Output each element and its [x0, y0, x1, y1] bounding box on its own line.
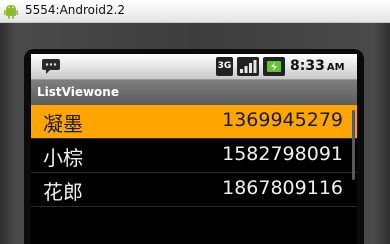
notification-icon[interactable] — [40, 57, 62, 76]
list-scrollbar[interactable] — [352, 110, 355, 180]
status-bar: 3G 8:33 AM — [31, 54, 357, 79]
clock-ampm: AM — [326, 62, 345, 73]
contact-phone: 1582798091 — [222, 143, 343, 165]
clock-time: 8:33 — [290, 58, 325, 74]
contact-phone: 1867809116 — [222, 177, 343, 199]
device-screen: 3G 8:33 AM ListViewone 凝墨 1369945279 小棕 1… — [31, 54, 357, 244]
contact-phone: 1369945279 — [222, 109, 343, 131]
window-titlebar: 5554:Android2.2 — [0, 0, 390, 23]
contact-list[interactable]: 凝墨 1369945279 小棕 1582798091 花郎 186780911… — [31, 105, 357, 207]
status-clock: 8:33 AM — [290, 58, 345, 74]
app-title: ListViewone — [37, 85, 119, 99]
signal-icon — [237, 57, 259, 76]
battery-icon — [263, 57, 285, 76]
list-item[interactable]: 凝墨 1369945279 — [31, 105, 357, 139]
contact-name: 小棕 — [43, 146, 83, 170]
window-title: 5554:Android2.2 — [25, 3, 126, 17]
app-title-bar: ListViewone — [31, 79, 357, 105]
contact-name: 花郎 — [43, 180, 83, 204]
list-item[interactable]: 小棕 1582798091 — [31, 139, 357, 173]
contact-name: 凝墨 — [43, 112, 83, 136]
android-robot-icon — [4, 5, 18, 19]
list-item[interactable]: 花郎 1867809116 — [31, 173, 357, 207]
3g-icon: 3G — [216, 57, 233, 76]
